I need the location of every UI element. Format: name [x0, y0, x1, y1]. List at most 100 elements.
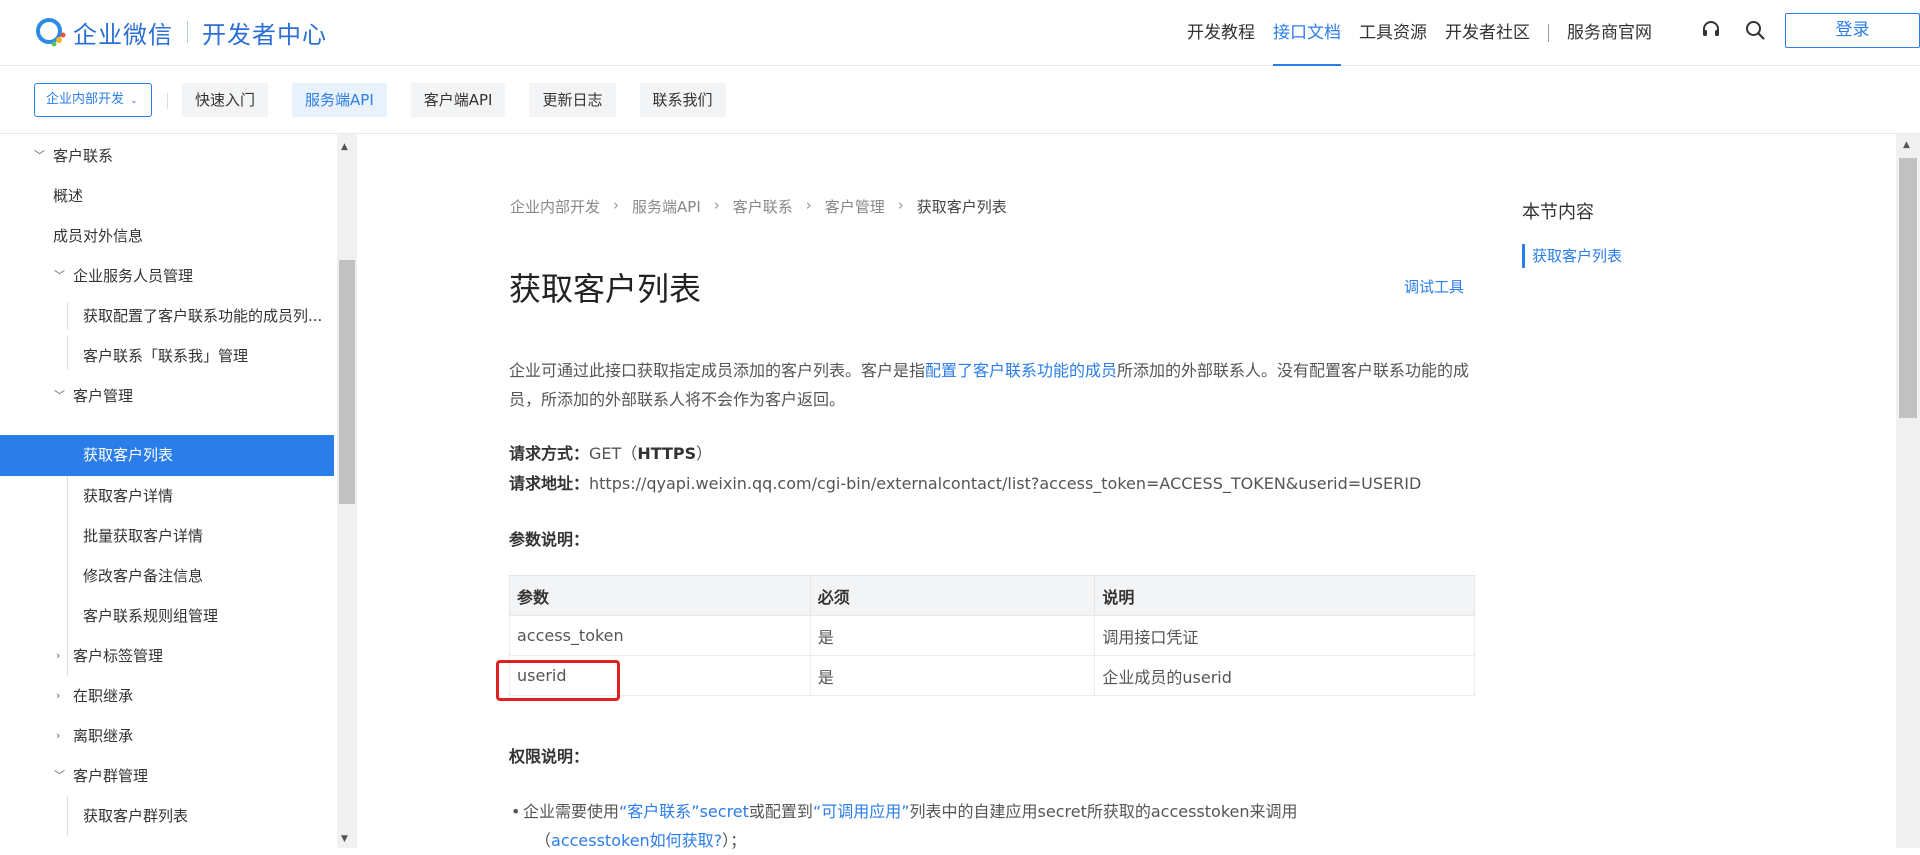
- breadcrumb-item[interactable]: 企业内部开发: [510, 196, 600, 217]
- sidebar-scroll-thumb[interactable]: [339, 260, 355, 504]
- sidebar-item-label: 获取客户列表: [83, 446, 174, 464]
- sidebar-item-edit-remark[interactable]: 修改客户备注信息: [0, 556, 334, 596]
- sidebar-item-rule-group[interactable]: 客户联系规则组管理: [0, 596, 334, 636]
- search-icon[interactable]: [1744, 19, 1766, 41]
- chevron-down-icon: ﹀: [34, 149, 45, 162]
- chevron-right-icon: ›: [897, 196, 904, 214]
- chevron-down-icon: ⌄: [130, 96, 138, 106]
- tab-client-api[interactable]: 客户端API: [410, 83, 506, 117]
- api-description: 企业可通过此接口获取指定成员添加的客户列表。客户是指配置了客户联系功能的成员所添…: [509, 356, 1474, 414]
- table-cell: 企业成员的userid: [1094, 655, 1475, 696]
- breadcrumb-item[interactable]: 客户联系: [733, 196, 793, 217]
- request-method: 请求方式：GET（HTTPS）: [509, 440, 712, 464]
- brand-name: 企业微信: [73, 20, 173, 49]
- sidebar-item-customer-mgmt[interactable]: ﹀ 客户管理: [0, 376, 334, 416]
- sidebar-item-label: 客户群管理: [73, 767, 149, 785]
- sidebar-item-group-mgmt[interactable]: ﹀ 客户群管理: [0, 756, 334, 796]
- sidebar-item-service-staff[interactable]: ﹀ 企业服务人员管理: [0, 256, 334, 296]
- sidebar-scrollbar[interactable]: ▲ ▼: [337, 134, 357, 848]
- table-header-row: 参数 必须 说明: [509, 575, 1475, 616]
- table-cell: 是: [809, 615, 1096, 656]
- scroll-down-arrow-icon[interactable]: ▼: [341, 834, 348, 844]
- breadcrumb-item[interactable]: 客户管理: [825, 196, 885, 217]
- nav-community[interactable]: 开发者社区: [1445, 0, 1530, 66]
- scope-dropdown[interactable]: 企业内部开发 ⌄: [34, 83, 152, 117]
- sidebar-item-label: 获取客户详情: [83, 487, 174, 505]
- callable-apps-link[interactable]: “可调用应用”: [813, 802, 910, 821]
- permission-bullet: • 企业需要使用“客户联系”secret或配置到“可调用应用”列表中的自建应用s…: [511, 797, 1423, 855]
- contact-secret-link[interactable]: “客户联系”secret: [619, 802, 749, 821]
- sidebar-item-contact-me[interactable]: 客户联系「联系我」管理: [0, 336, 334, 376]
- sidebar-item-label: 获取客户群列表: [83, 807, 189, 825]
- scroll-up-arrow-icon[interactable]: ▲: [341, 142, 348, 152]
- page-scrollbar[interactable]: ▲: [1896, 134, 1920, 848]
- subnav-divider: [167, 93, 168, 109]
- table-row: access_token 是 调用接口凭证: [509, 615, 1475, 656]
- scroll-up-arrow-icon[interactable]: ▲: [1903, 140, 1910, 150]
- sidebar-item-customer-contact[interactable]: ﹀ 客户联系: [0, 136, 334, 176]
- desc-text: 企业可通过此接口获取指定成员添加的客户列表。客户是指: [509, 361, 926, 380]
- top-nav: 开发教程 接口文档 工具资源 开发者社区 服务商官网: [1169, 0, 1652, 66]
- breadcrumb-item[interactable]: 服务端API: [632, 196, 701, 217]
- debug-tool-link[interactable]: 调试工具: [1404, 276, 1464, 297]
- sidebar-item-group-list[interactable]: 获取客户群列表: [0, 796, 334, 836]
- chevron-right-icon: ›: [713, 196, 720, 214]
- sidebar-item-label: 概述: [53, 187, 84, 205]
- tab-contact[interactable]: 联系我们: [639, 83, 726, 117]
- perm-text: ）；: [722, 831, 747, 850]
- page-scroll-thumb[interactable]: [1899, 158, 1917, 418]
- header-icons: [1700, 19, 1766, 41]
- table-cell: access_token: [509, 615, 811, 656]
- tab-changelog[interactable]: 更新日志: [529, 83, 616, 117]
- table-cell: 调用接口凭证: [1094, 615, 1475, 656]
- scope-label: 企业内部开发: [46, 92, 125, 107]
- nav-tools[interactable]: 工具资源: [1359, 0, 1427, 66]
- how-to-get-token-link[interactable]: accesstoken如何获取?: [551, 831, 722, 850]
- tab-server-api[interactable]: 服务端API: [292, 83, 387, 117]
- sidebar-nav: ﹀ 客户联系 概述 成员对外信息 ﹀ 企业服务人员管理 获取配置了客户联系功能的…: [0, 134, 334, 848]
- sidebar-item-member-info[interactable]: 成员对外信息: [0, 216, 334, 256]
- sidebar-item-label: 客户管理: [73, 387, 134, 405]
- tree-line: [67, 336, 68, 370]
- tree-line: [67, 796, 68, 836]
- sidebar-item-label: 离职继承: [73, 727, 134, 745]
- headset-icon[interactable]: [1700, 19, 1722, 41]
- tab-quickstart[interactable]: 快速入门: [182, 83, 269, 117]
- chevron-right-icon: ›: [805, 196, 812, 214]
- sidebar-item-onjob-transfer[interactable]: › 在职继承: [0, 676, 334, 716]
- brand-subtitle: 开发者中心: [202, 20, 327, 49]
- login-button[interactable]: 登录: [1785, 13, 1920, 48]
- sidebar-item-overview[interactable]: 概述: [0, 176, 334, 216]
- req-method-label: 请求方式：: [509, 444, 590, 463]
- perm-text: 或配置到: [748, 802, 813, 821]
- wecom-logo-icon: [33, 16, 69, 48]
- request-url: 请求地址：https://qyapi.weixin.qq.com/cgi-bin…: [509, 470, 1421, 494]
- sidebar-item-batch-customer-detail[interactable]: 批量获取客户详情: [0, 516, 334, 556]
- nav-dev-tutorial[interactable]: 开发教程: [1187, 0, 1255, 66]
- table-header: 必须: [809, 575, 1096, 616]
- chevron-right-icon: ›: [56, 729, 61, 742]
- nav-api-docs[interactable]: 接口文档: [1273, 0, 1341, 66]
- req-method-https: HTTPS: [637, 444, 697, 463]
- annotation-highlight-box: [496, 660, 620, 701]
- logo[interactable]: 企业微信 开发者中心: [33, 14, 327, 50]
- req-url-label: 请求地址：: [509, 474, 590, 493]
- perm-text: 列表中的自建应用secret所获取的accesstoken来调用: [909, 802, 1298, 821]
- toc-title: 本节内容: [1522, 202, 1594, 223]
- sidebar-item-get-customer-detail[interactable]: 获取客户详情: [0, 476, 334, 676]
- page-title: 获取客户列表: [509, 270, 702, 308]
- nav-provider-site[interactable]: 服务商官网: [1567, 0, 1652, 66]
- params-table: 参数 必须 说明 access_token 是 调用接口凭证 userid 是 …: [509, 575, 1475, 696]
- sidebar-item-label: 客户联系「联系我」管理: [83, 347, 249, 365]
- sidebar-item-tag-mgmt[interactable]: › 客户标签管理: [0, 636, 334, 676]
- table-header: 说明: [1094, 575, 1475, 616]
- sidebar-item-resigned-transfer[interactable]: › 离职继承: [0, 716, 334, 756]
- follow-user-link[interactable]: 配置了客户联系功能的成员: [925, 361, 1117, 380]
- toc-item[interactable]: 获取客户列表: [1522, 244, 1622, 268]
- permission-heading: 权限说明：: [509, 747, 590, 766]
- sidebar-item-follow-user-list[interactable]: 获取配置了客户联系功能的成员列...: [0, 296, 334, 336]
- sidebar-item-get-customer-list[interactable]: 获取客户列表: [0, 435, 334, 476]
- table-row: userid 是 企业成员的userid: [509, 655, 1475, 696]
- req-url-value: https://qyapi.weixin.qq.com/cgi-bin/exte…: [589, 474, 1422, 493]
- req-method-end: ）: [696, 444, 713, 463]
